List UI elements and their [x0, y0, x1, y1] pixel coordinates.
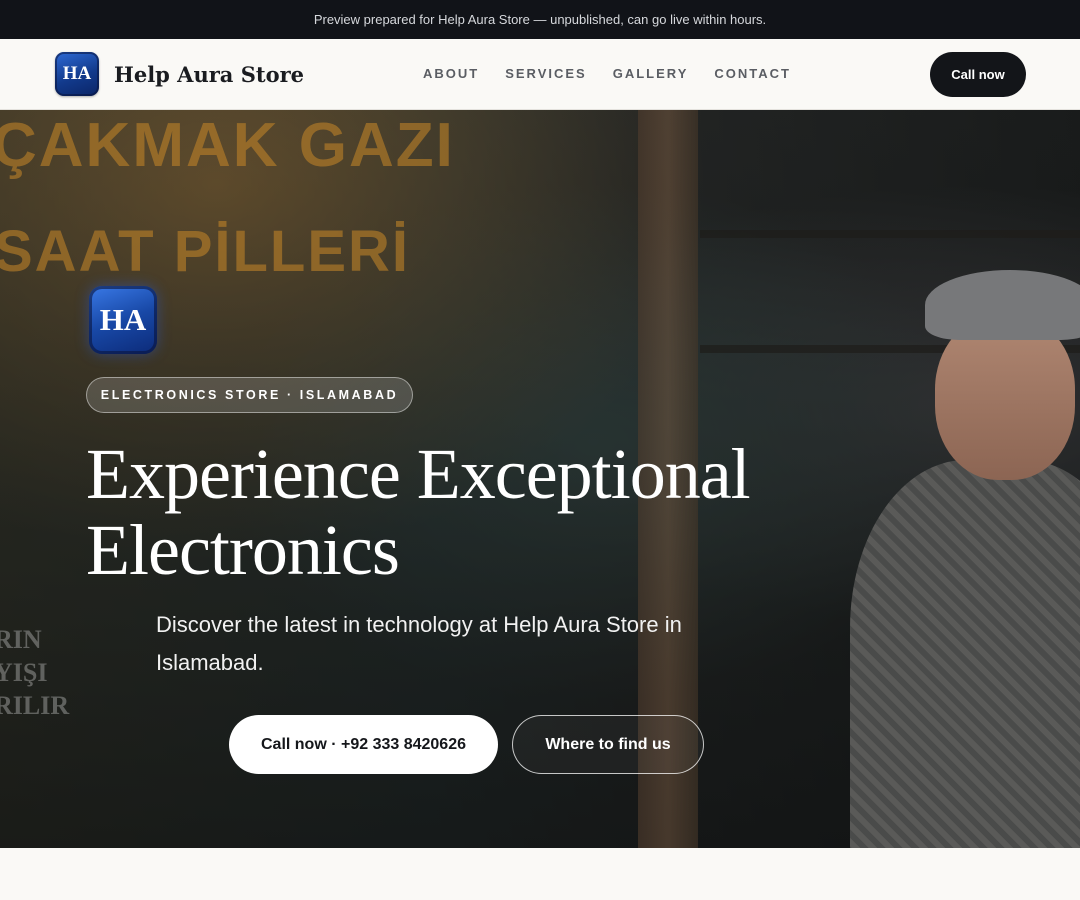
header-call-button[interactable]: Call now: [930, 52, 1026, 97]
photo-sign-top: ÇAKMAK GAZI: [0, 111, 455, 180]
brand-name: Help Aura Store: [114, 61, 305, 87]
photo-sign-left-2: YIŞI: [0, 658, 48, 687]
photo-shelf: [700, 230, 1080, 238]
hero-headline: Experience Exceptional Electronics: [86, 434, 751, 590]
nav-link-about[interactable]: ABOUT: [423, 66, 479, 81]
hero-directions-button[interactable]: Where to find us: [512, 715, 704, 774]
hero-logo: HA: [89, 286, 157, 354]
photo-sign-left-1: RIN: [0, 625, 42, 654]
brand-logo: HA: [55, 52, 99, 96]
photo-sign-left-3: RILIR: [0, 691, 70, 720]
photo-sign-mid: SAAT PİLLERİ: [0, 219, 411, 284]
brand[interactable]: HA Help Aura Store: [55, 52, 304, 96]
nav-link-gallery[interactable]: GALLERY: [613, 66, 689, 81]
hero-subline: Discover the latest in technology at Hel…: [156, 612, 682, 675]
photo-shopkeeper: [830, 260, 1080, 848]
hero-eyebrow-badge: ELECTRONICS STORE · ISLAMABAD: [86, 377, 413, 413]
site-header: HA Help Aura Store ABOUT SERVICES GALLER…: [0, 39, 1080, 110]
preview-banner-text: Preview prepared for Help Aura Store — u…: [313, 12, 767, 27]
main-nav: ABOUT SERVICES GALLERY CONTACT: [423, 66, 791, 81]
nav-link-services[interactable]: SERVICES: [505, 66, 587, 81]
nav-link-contact[interactable]: CONTACT: [714, 66, 791, 81]
preview-banner: Preview prepared for Help Aura Store — u…: [0, 0, 1080, 39]
hero-call-button[interactable]: Call now · +92 333 8420626: [229, 715, 498, 774]
